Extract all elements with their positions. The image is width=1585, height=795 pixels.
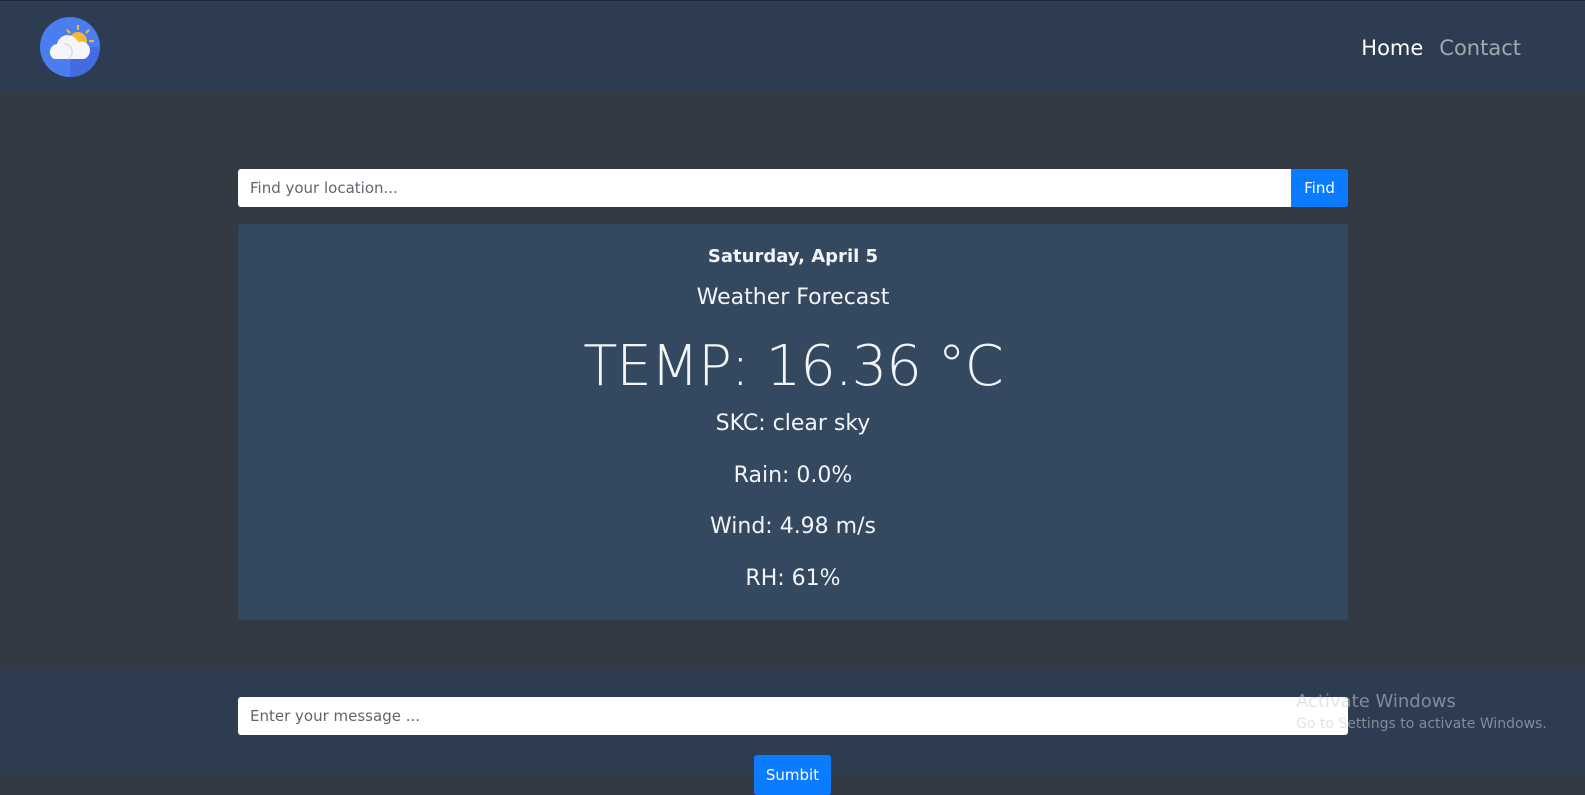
rain-readout: Rain: 0.0% [733,463,853,488]
watermark-title: Activate Windows [1296,691,1456,712]
find-button[interactable]: Find [1291,169,1348,207]
watermark-subtitle: Go to Settings to activate Windows. [1296,716,1547,732]
weather-card: Saturday, April 5 Weather Forecast TEMP:… [238,224,1348,620]
search-bar: Find [238,169,1348,207]
message-input[interactable] [238,697,1348,735]
nav-link-home[interactable]: Home [1361,33,1423,63]
humidity-readout: RH: 61% [745,566,841,591]
submit-button[interactable]: Sumbit [754,755,831,795]
nav-links: Home Contact [1361,33,1521,63]
forecast-heading: Weather Forecast [696,285,890,310]
navbar: Home Contact [0,0,1585,92]
activate-windows-watermark: Activate Windows Go to Settings to activ… [1296,691,1547,735]
search-input[interactable] [238,169,1291,207]
nav-link-contact[interactable]: Contact [1439,33,1521,63]
cloud-sun-icon[interactable] [40,17,100,77]
forecast-date: Saturday, April 5 [707,246,879,267]
sky-condition: SKC: clear sky [715,411,871,436]
temperature-readout: TEMP: 16.36 °C [583,334,1004,399]
wind-readout: Wind: 4.98 m/s [710,514,876,539]
